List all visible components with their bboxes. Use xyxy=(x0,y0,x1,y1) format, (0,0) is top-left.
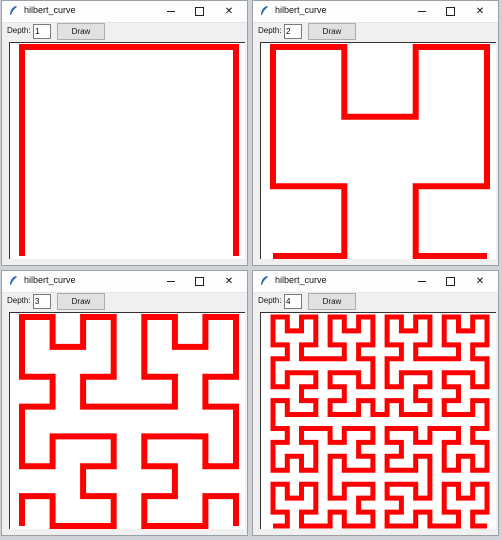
maximize-icon[interactable] xyxy=(185,272,213,291)
hilbert-curve xyxy=(19,44,239,256)
curve-path xyxy=(19,44,239,256)
depth-label: Depth: xyxy=(7,296,31,305)
draw-button[interactable]: Draw xyxy=(57,23,105,40)
feather-icon xyxy=(10,276,17,285)
curve-path xyxy=(19,314,239,529)
drawing-canvas xyxy=(9,42,245,259)
title-bar[interactable]: hilbert_curve ✕ xyxy=(253,271,498,293)
title-bar[interactable]: hilbert_curve ✕ xyxy=(2,1,247,23)
window-title: hilbert_curve xyxy=(275,5,327,15)
curve-path xyxy=(270,314,490,529)
minimize-icon[interactable] xyxy=(157,2,185,21)
draw-button[interactable]: Draw xyxy=(308,23,356,40)
title-bar[interactable]: hilbert_curve ✕ xyxy=(2,271,247,293)
toolbar: Depth: Draw xyxy=(253,22,498,43)
close-icon[interactable]: ✕ xyxy=(215,272,243,291)
window-depth-2: hilbert_curve ✕ Depth: Draw xyxy=(252,0,499,266)
hilbert-curve xyxy=(19,314,239,529)
close-icon[interactable]: ✕ xyxy=(466,272,494,291)
window-title: hilbert_curve xyxy=(275,275,327,285)
close-icon[interactable]: ✕ xyxy=(215,2,243,21)
feather-icon xyxy=(261,6,268,15)
window-title: hilbert_curve xyxy=(24,275,76,285)
depth-label: Depth: xyxy=(7,26,31,35)
hilbert-curve xyxy=(270,314,490,529)
drawing-canvas xyxy=(260,312,496,529)
depth-input[interactable] xyxy=(33,294,51,309)
depth-input[interactable] xyxy=(284,24,302,39)
toolbar: Depth: Draw xyxy=(2,292,247,313)
feather-icon xyxy=(10,6,17,15)
toolbar: Depth: Draw xyxy=(253,292,498,313)
window-depth-4: hilbert_curve ✕ Depth: Draw xyxy=(252,270,499,536)
draw-button[interactable]: Draw xyxy=(308,293,356,310)
window-title: hilbert_curve xyxy=(24,5,76,15)
depth-input[interactable] xyxy=(284,294,302,309)
curve-path xyxy=(270,44,490,259)
maximize-icon[interactable] xyxy=(436,272,464,291)
minimize-icon[interactable] xyxy=(408,272,436,291)
drawing-canvas xyxy=(260,42,496,259)
close-icon[interactable]: ✕ xyxy=(466,2,494,21)
depth-label: Depth: xyxy=(258,26,282,35)
toolbar: Depth: Draw xyxy=(2,22,247,43)
feather-icon xyxy=(261,276,268,285)
window-depth-3: hilbert_curve ✕ Depth: Draw xyxy=(1,270,248,536)
draw-button[interactable]: Draw xyxy=(57,293,105,310)
minimize-icon[interactable] xyxy=(408,2,436,21)
depth-input[interactable] xyxy=(33,24,51,39)
maximize-icon[interactable] xyxy=(185,2,213,21)
depth-label: Depth: xyxy=(258,296,282,305)
maximize-icon[interactable] xyxy=(436,2,464,21)
title-bar[interactable]: hilbert_curve ✕ xyxy=(253,1,498,23)
window-depth-1: hilbert_curve ✕ Depth: Draw xyxy=(1,0,248,266)
hilbert-curve xyxy=(270,44,490,259)
drawing-canvas xyxy=(9,312,245,529)
minimize-icon[interactable] xyxy=(157,272,185,291)
